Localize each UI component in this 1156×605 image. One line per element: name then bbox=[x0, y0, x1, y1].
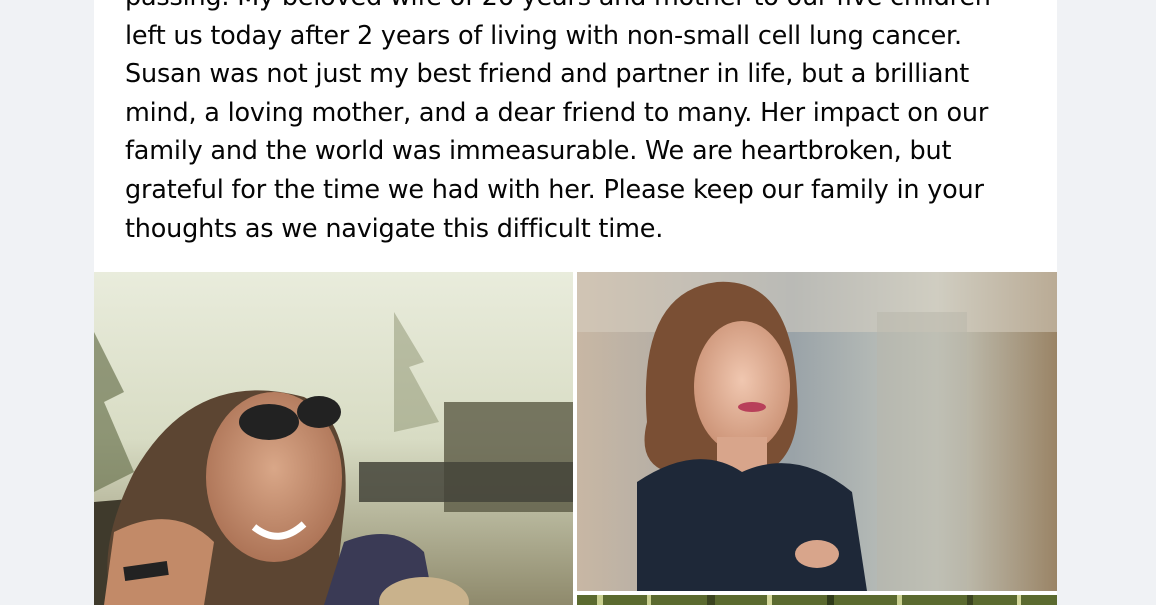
post-text-line: left us today after 2 years of living wi… bbox=[125, 20, 962, 51]
photo-woman-outdoors[interactable] bbox=[94, 272, 573, 605]
post-text-line: Susan was not just my best friend and pa… bbox=[125, 59, 970, 90]
photo-forest-image bbox=[577, 595, 1057, 605]
post-message: passing. My beloved wife of 26 years and… bbox=[125, 0, 1025, 248]
post-text-line: thoughts as we navigate this difficult t… bbox=[125, 213, 664, 244]
photo-grid bbox=[94, 272, 1057, 605]
photo-forest[interactable] bbox=[577, 595, 1057, 605]
post-text-line: family and the world was immeasurable. W… bbox=[125, 136, 952, 167]
post-text-line: mind, a loving mother, and a dear friend… bbox=[125, 97, 989, 128]
photo-woman-portrait-image bbox=[577, 272, 1057, 591]
photo-woman-portrait[interactable] bbox=[577, 272, 1057, 591]
post-text-line: passing. My beloved wife of 26 years and… bbox=[125, 0, 1025, 17]
post-text-line: grateful for the time we had with her. P… bbox=[125, 174, 984, 205]
photo-woman-outdoors-image bbox=[94, 272, 573, 605]
post-card: passing. My beloved wife of 26 years and… bbox=[94, 0, 1057, 605]
